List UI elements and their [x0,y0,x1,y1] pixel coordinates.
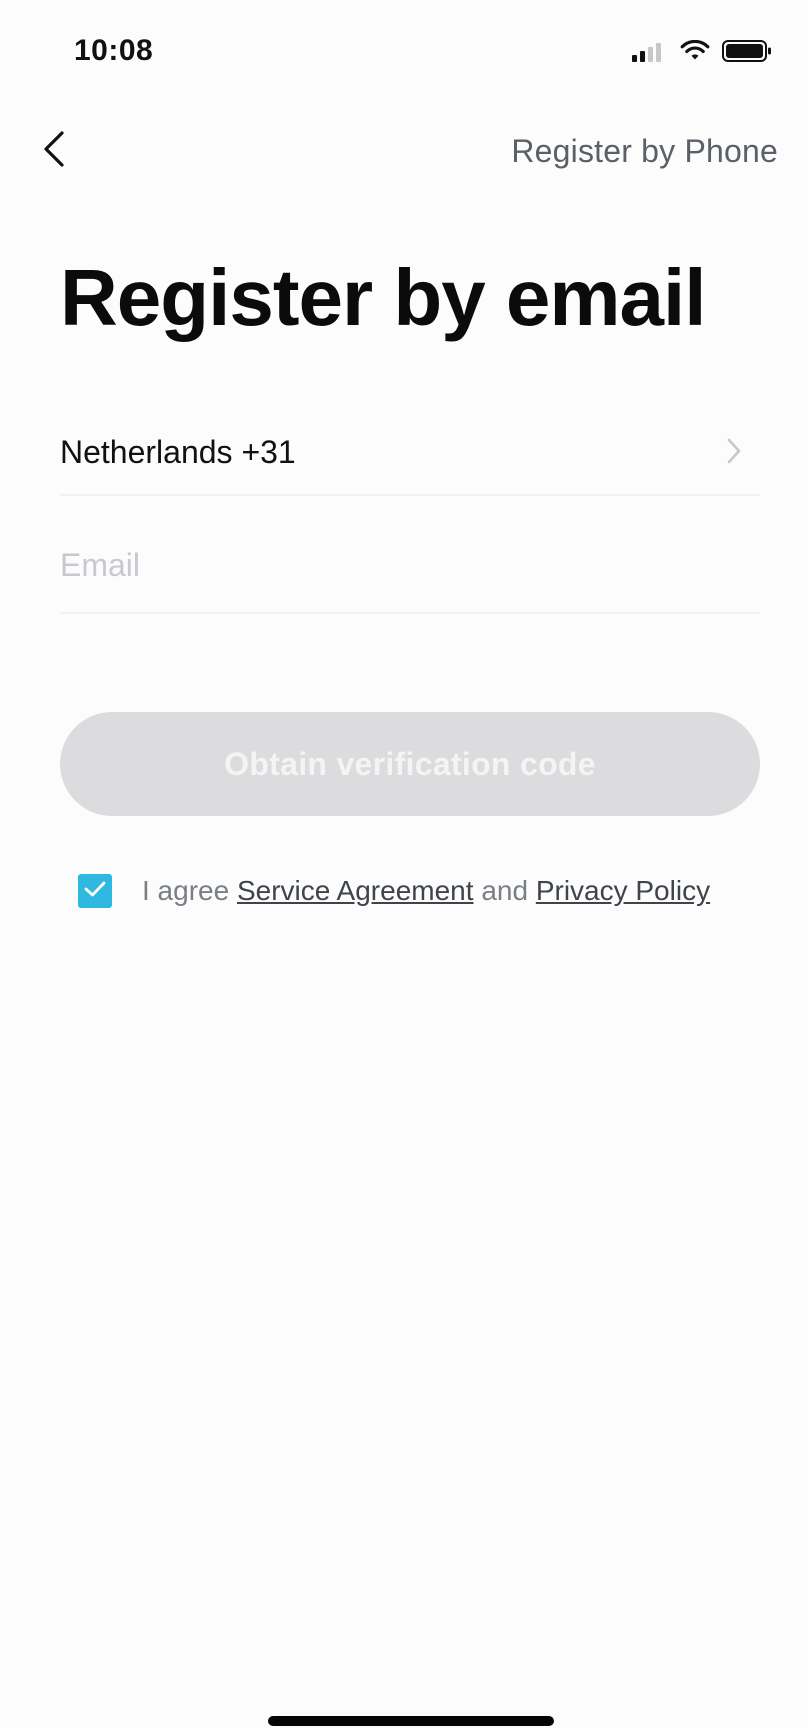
register-email-screen: 10:08 Register by Phone Register by emai… [0,0,808,1728]
register-by-phone-link[interactable]: Register by Phone [511,133,778,170]
signal-icon [632,40,668,62]
email-input[interactable] [60,547,760,612]
privacy-policy-link[interactable]: Privacy Policy [536,875,710,906]
country-label: Netherlands +31 [60,433,296,470]
agreement-row: I agree Service Agreement and Privacy Po… [78,874,768,908]
chevron-left-icon [42,129,66,174]
country-selector[interactable]: Netherlands +31 [60,410,760,496]
agreement-prefix: I agree [142,875,230,906]
agreement-conjunction: and [481,875,529,906]
obtain-verification-code-button[interactable]: Obtain verification code [60,712,760,816]
email-row [60,496,760,614]
page-title: Register by email [60,253,706,342]
chevron-right-icon [726,436,742,471]
service-agreement-link[interactable]: Service Agreement [237,875,474,906]
home-indicator [268,1716,554,1726]
status-icons [632,40,772,62]
back-button[interactable] [34,126,74,176]
status-time: 10:08 [74,34,154,67]
wifi-icon [680,40,710,62]
agreement-checkbox[interactable] [78,874,112,908]
checkmark-icon [83,880,107,903]
battery-icon [722,40,772,62]
registration-form: Netherlands +31 [60,410,760,614]
agreement-text: I agree Service Agreement and Privacy Po… [142,875,710,907]
